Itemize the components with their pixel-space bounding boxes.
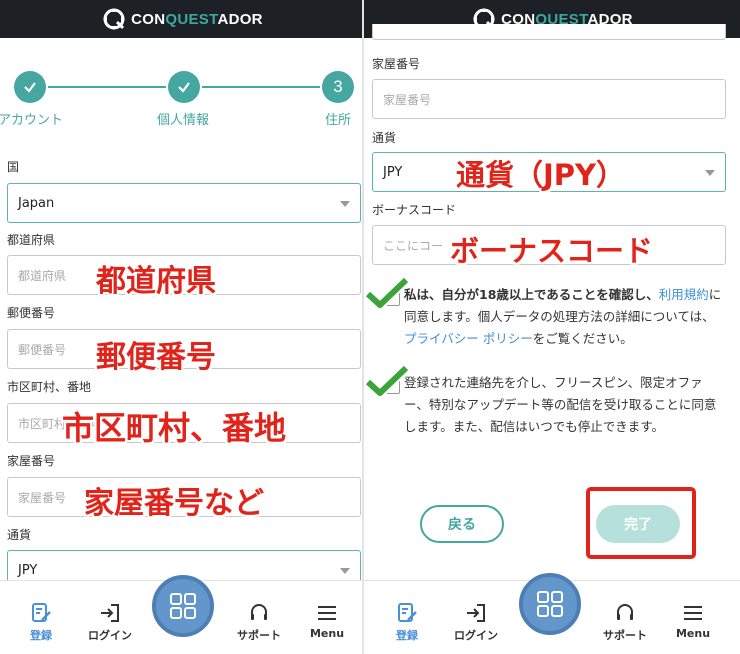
left-screenshot-panel: CONQUESTADOR 3 アカウント 個人情報 住所 国 Japan 都道府… xyxy=(0,0,364,654)
chevron-down-icon xyxy=(340,568,350,574)
nav-menu[interactable]: Menu xyxy=(292,601,362,640)
step-2-label: 個人情報 xyxy=(157,113,210,128)
step-connector xyxy=(48,86,166,88)
headset-icon xyxy=(251,604,267,620)
nav-login-label: ログイン xyxy=(454,629,498,642)
register-icon xyxy=(32,603,51,622)
house-number-label: 家屋番号 xyxy=(372,57,421,71)
right-screenshot-panel: CONQUESTADOR 家屋番号 家屋番号 通貨 JPY ボーナスコード ここ… xyxy=(364,0,740,654)
nav-support-label: サポート xyxy=(603,629,647,642)
currency-value: JPY xyxy=(383,164,403,180)
nav-menu-label: Menu xyxy=(675,627,711,640)
grid-icon xyxy=(170,593,196,619)
register-icon xyxy=(398,603,417,622)
currency-label: 通貨 xyxy=(7,528,32,542)
check-icon xyxy=(178,82,190,93)
step-3-current: 3 xyxy=(322,71,354,103)
nav-menu-label: Menu xyxy=(309,627,345,640)
privacy-policy-link[interactable]: プライバシー ポリシー xyxy=(404,331,533,346)
step-3-label: 住所 xyxy=(325,113,352,128)
annotation-bonus: ボーナスコード xyxy=(450,234,654,268)
nav-login[interactable]: ログイン xyxy=(75,601,145,643)
top-bar: CONQUESTADOR xyxy=(0,0,364,38)
headset-icon xyxy=(617,604,633,620)
age-consent-text: 私は、自分が18歳以上であることを確認し、利用規約に同意します。個人データの処理… xyxy=(404,284,726,350)
bottom-nav: 登録 ログイン サポート Menu xyxy=(0,575,364,654)
nav-register-label: 登録 xyxy=(30,629,52,642)
nav-support-label: サポート xyxy=(237,629,281,642)
postal-placeholder: 郵便番号 xyxy=(18,342,67,357)
nav-register-label: 登録 xyxy=(396,629,418,642)
terms-link[interactable]: 利用規約 xyxy=(659,287,709,302)
chevron-down-icon xyxy=(705,170,715,176)
city-label: 市区町村、番地 xyxy=(7,380,92,394)
marketing-consent-text: 登録された連絡先を介し、フリースピン、限定オファー、特別なアップデート等の配信を… xyxy=(404,375,717,434)
logo-text: CONQUESTADOR xyxy=(131,10,263,28)
annotation-prefecture: 都道府県 xyxy=(96,264,216,299)
currency-label: 通貨 xyxy=(372,131,397,145)
annotation-currency: 通貨（JPY） xyxy=(456,158,626,192)
chevron-down-icon xyxy=(340,201,350,207)
age-consent-end: をご覧ください。 xyxy=(532,331,633,346)
country-select[interactable]: Japan xyxy=(7,183,361,223)
nav-register[interactable]: 登録 xyxy=(6,601,76,643)
prefecture-label: 都道府県 xyxy=(7,233,56,247)
step-connector xyxy=(202,86,320,88)
step-2-done xyxy=(168,71,200,103)
step-1-done xyxy=(14,71,46,103)
house-number-label: 家屋番号 xyxy=(7,454,56,468)
previous-field-bottom xyxy=(372,24,726,40)
login-icon xyxy=(101,604,119,622)
step-1-label: アカウント xyxy=(0,113,64,128)
login-icon xyxy=(467,604,485,622)
country-label: 国 xyxy=(7,160,20,174)
check-icon xyxy=(24,82,36,93)
nav-register[interactable]: 登録 xyxy=(372,601,442,643)
currency-value: JPY xyxy=(18,562,38,578)
bonus-code-label: ボーナスコード xyxy=(372,203,457,217)
house-number-input[interactable]: 家屋番号 xyxy=(372,79,726,119)
back-button[interactable]: 戻る xyxy=(420,505,504,543)
hamburger-icon xyxy=(318,606,336,620)
annotation-postal: 郵便番号 xyxy=(96,340,216,375)
nav-support[interactable]: サポート xyxy=(590,601,660,643)
bottom-nav: 登録 ログイン サポート Menu xyxy=(364,573,740,654)
hamburger-icon xyxy=(684,606,702,620)
grid-icon xyxy=(537,591,563,617)
postal-label: 郵便番号 xyxy=(7,306,56,320)
annotation-house: 家屋番号など xyxy=(84,486,264,521)
logo: CONQUESTADOR xyxy=(101,6,263,32)
compass-logo-icon xyxy=(103,8,126,30)
house-placeholder: 家屋番号 xyxy=(18,490,67,505)
age-consent-bold: 私は、自分が18歳以上であることを確認し、 xyxy=(404,287,659,302)
country-value: Japan xyxy=(18,195,55,211)
nav-login-label: ログイン xyxy=(88,629,132,642)
prefecture-placeholder: 都道府県 xyxy=(18,268,67,283)
games-grid-button[interactable] xyxy=(519,573,581,635)
house-placeholder: 家屋番号 xyxy=(383,92,432,107)
annotation-city: 市区町村、番地 xyxy=(62,409,287,447)
nav-menu[interactable]: Menu xyxy=(658,601,728,640)
bonus-placeholder: ここにコー xyxy=(383,238,444,253)
games-grid-button[interactable] xyxy=(152,575,214,637)
nav-support[interactable]: サポート xyxy=(224,601,294,643)
complete-button[interactable]: 完了 xyxy=(596,505,680,543)
nav-login[interactable]: ログイン xyxy=(441,601,511,643)
